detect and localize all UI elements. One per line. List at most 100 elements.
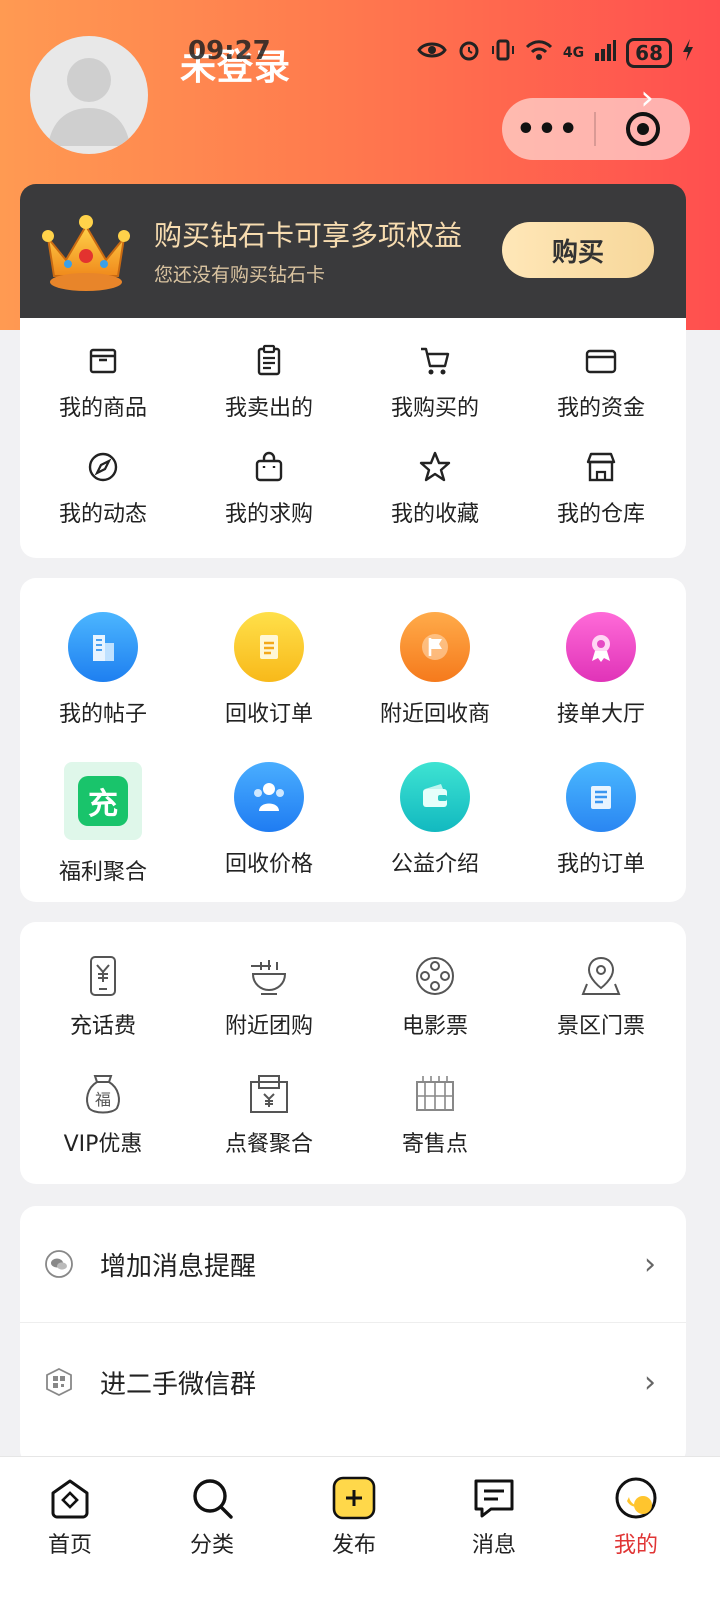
menu-favorites[interactable]: 我的收藏 (352, 450, 518, 528)
list-row-wechat-group[interactable]: 进二手微信群 › (20, 1324, 686, 1440)
bag-icon (255, 451, 283, 482)
service-label: 福利聚合 (58, 860, 147, 885)
service-recycle-prices[interactable]: 回收价格 (186, 762, 352, 878)
phone-yuan-icon (90, 956, 116, 996)
profile-icon (615, 1477, 657, 1519)
life-services-card: 充话费 附近团购 电影票 景区门票 福 VIP优惠 点餐聚合 寄售点 (20, 922, 686, 1184)
home-icon (51, 1479, 89, 1519)
menu-label: 我卖出的 (224, 396, 313, 421)
status-icons: 4G 68 (417, 36, 694, 70)
store-icon (586, 452, 616, 482)
list-row-label: 进二手微信群 (100, 1369, 257, 1400)
close-mini-program-button[interactable] (596, 109, 690, 149)
service-my-posts[interactable]: 我的帖子 (20, 612, 186, 728)
menu-sold[interactable]: 我卖出的 (186, 344, 352, 422)
life-scenic-tickets[interactable]: 景区门票 (518, 954, 684, 1040)
diamond-title: 购买钻石卡可享多项权益 (154, 219, 463, 252)
menu-warehouse[interactable]: 我的仓库 (518, 450, 684, 528)
building-icon (68, 612, 138, 682)
service-recycle-orders[interactable]: 回收订单 (186, 612, 352, 728)
status-time: 09:27 (188, 36, 271, 66)
menu-funds[interactable]: 我的资金 (518, 344, 684, 422)
menu-label: 我的动态 (58, 502, 147, 527)
chevron-right-icon: › (644, 1364, 656, 1400)
menu-wanted[interactable]: 我的求购 (186, 450, 352, 528)
wechat-icon (45, 1250, 73, 1278)
search-icon (193, 1479, 233, 1519)
compass-icon (88, 452, 118, 482)
life-vip-offers[interactable]: 福 VIP优惠 (20, 1072, 186, 1158)
flag-icon (400, 612, 470, 682)
service-my-orders[interactable]: 我的订单 (518, 762, 684, 878)
star-icon (419, 451, 451, 482)
eye-icon (417, 40, 447, 66)
wallet-icon (585, 349, 617, 374)
alarm-icon (457, 38, 481, 68)
service-label: 接单大厅 (556, 702, 645, 727)
recharge-icon: 充 (64, 762, 142, 840)
tab-messages[interactable]: 消息 (434, 1475, 554, 1559)
service-nearby-recyclers[interactable]: 附近回收商 (352, 612, 518, 728)
menu-label: 我的收藏 (390, 502, 479, 527)
life-label: 景区门票 (556, 1014, 645, 1039)
life-group-buy[interactable]: 附近团购 (186, 954, 352, 1040)
menu-label: 我的商品 (58, 396, 147, 421)
service-label: 公益介绍 (390, 852, 479, 877)
box-icon (89, 348, 117, 374)
tab-category[interactable]: 分类 (152, 1475, 272, 1559)
service-charity[interactable]: 公益介绍 (352, 762, 518, 878)
life-food-order[interactable]: 点餐聚合 (186, 1072, 352, 1158)
tab-label: 首页 (47, 1533, 92, 1558)
life-label: 附近团购 (224, 1014, 313, 1039)
service-label: 回收订单 (224, 702, 313, 727)
list-row-label: 增加消息提醒 (100, 1251, 257, 1282)
service-welfare[interactable]: 充 福利聚合 (20, 762, 186, 886)
life-label: 点餐聚合 (224, 1132, 313, 1157)
award-icon (566, 612, 636, 682)
life-consignment[interactable]: 寄售点 (352, 1072, 518, 1158)
bowl-icon (251, 960, 287, 995)
service-label: 附近回收商 (379, 702, 490, 727)
tab-label: 发布 (331, 1533, 376, 1558)
life-label: VIP优惠 (63, 1132, 143, 1157)
life-movie-tickets[interactable]: 电影票 (352, 954, 518, 1040)
tab-publish[interactable]: 发布 (294, 1475, 414, 1559)
purse-icon (400, 762, 470, 832)
menu-bought[interactable]: 我购买的 (352, 344, 518, 422)
fortune-bag-icon: 福 (81, 1072, 125, 1116)
coupon-yuan-icon (250, 1075, 288, 1113)
service-order-hall[interactable]: 接单大厅 (518, 612, 684, 728)
clipboard-icon (257, 344, 281, 376)
more-button[interactable]: ••• (502, 112, 594, 147)
menu-label: 我的求购 (224, 502, 313, 527)
vibrate-icon (491, 38, 515, 68)
location-pin-icon (581, 956, 621, 995)
wifi-icon (525, 39, 553, 67)
charging-icon (682, 39, 694, 67)
diamond-card-banner[interactable]: 购买钻石卡可享多项权益 您还没有购买钻石卡 购买 (20, 184, 686, 318)
tab-mine[interactable]: 我的 (576, 1475, 696, 1559)
life-label: 寄售点 (401, 1132, 468, 1157)
list-row-message-reminder[interactable]: 增加消息提醒 › (20, 1206, 686, 1323)
life-phone-topup[interactable]: 充话费 (20, 954, 186, 1040)
notepad-icon (234, 612, 304, 682)
cart-icon (421, 347, 450, 375)
film-reel-icon (416, 957, 454, 995)
service-label: 我的订单 (556, 852, 645, 877)
fortune-glyph: 福 (94, 1090, 111, 1109)
crown-icon (38, 204, 134, 300)
buy-diamond-button[interactable]: 购买 (502, 222, 654, 278)
battery-indicator: 68 (626, 38, 672, 68)
services-card: 我的帖子 回收订单 附近回收商 接单大厅 充 福利聚合 回收价格 公益介绍 我的… (20, 578, 686, 902)
people-icon (234, 762, 304, 832)
mini-program-capsule: ••• (502, 98, 690, 160)
menu-my-goods[interactable]: 我的商品 (20, 344, 186, 422)
life-label: 电影票 (401, 1014, 468, 1039)
menu-feed[interactable]: 我的动态 (20, 450, 186, 528)
settings-list-card: 增加消息提醒 › 进二手微信群 › (20, 1206, 686, 1466)
service-label: 回收价格 (224, 852, 313, 877)
tab-home[interactable]: 首页 (10, 1475, 130, 1559)
avatar[interactable] (30, 36, 148, 154)
recharge-glyph: 充 (78, 776, 128, 826)
row-divider (20, 1322, 686, 1323)
